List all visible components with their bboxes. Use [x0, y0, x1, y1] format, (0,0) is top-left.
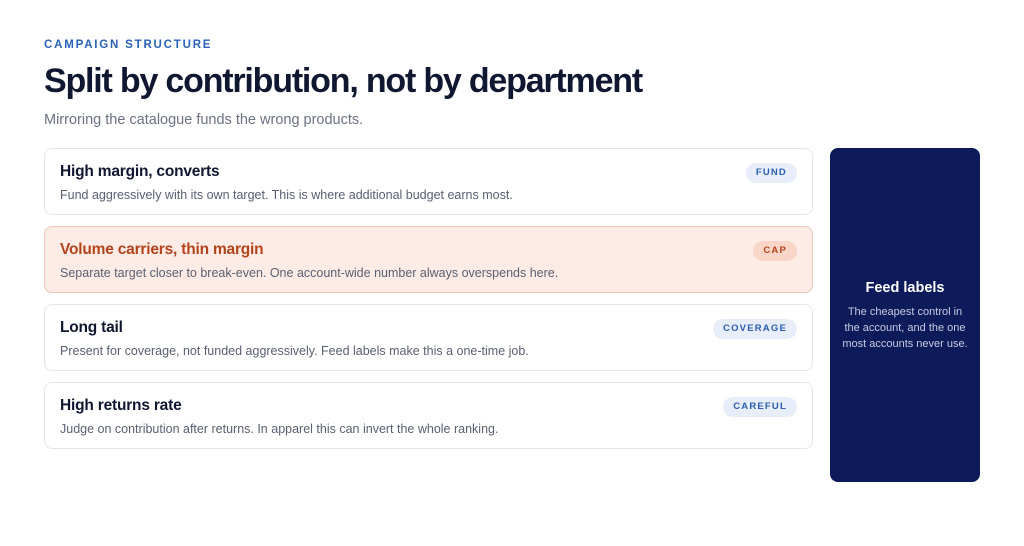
content-area: High margin, converts Fund aggressively …: [44, 148, 980, 482]
coverage-badge: COVERAGE: [713, 319, 797, 339]
card-title: High returns rate: [60, 397, 182, 414]
panel-title: Feed labels: [865, 279, 945, 296]
card-long-tail: Long tail Present for coverage, not fund…: [44, 304, 813, 371]
feed-labels-panel: Feed labels The cheapest control in the …: [830, 148, 980, 482]
page: CAMPAIGN STRUCTURE Split by contribution…: [0, 0, 1024, 546]
card-description: Judge on contribution after returns. In …: [60, 422, 499, 436]
card-description: Fund aggressively with its own target. T…: [60, 188, 513, 202]
card-title: Volume carriers, thin margin: [60, 241, 264, 258]
fund-badge: FUND: [745, 163, 797, 183]
cap-badge: CAP: [753, 241, 797, 261]
card-title: Long tail: [60, 319, 123, 336]
card-description: Present for coverage, not funded aggress…: [60, 344, 529, 358]
section-eyebrow: CAMPAIGN STRUCTURE: [44, 39, 213, 51]
card-title: High margin, converts: [60, 163, 220, 180]
page-title: Split by contribution, not by department: [44, 62, 643, 100]
careful-badge: CAREFUL: [723, 397, 797, 417]
card-high-returns: High returns rate Judge on contribution …: [44, 382, 813, 449]
card-high-margin: High margin, converts Fund aggressively …: [44, 148, 813, 215]
panel-text: The cheapest control in the account, and…: [842, 305, 968, 350]
page-subtitle: Mirroring the catalogue funds the wrong …: [44, 112, 364, 128]
card-volume-carriers: Volume carriers, thin margin Separate ta…: [44, 226, 813, 293]
card-description: Separate target closer to break-even. On…: [60, 266, 559, 280]
card-list: High margin, converts Fund aggressively …: [44, 148, 813, 460]
